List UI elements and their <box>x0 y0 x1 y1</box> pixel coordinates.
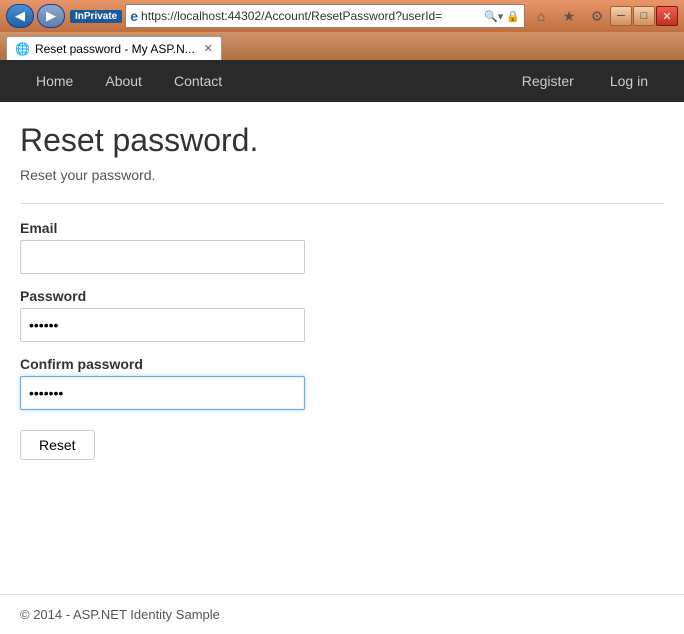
reset-button[interactable]: Reset <box>20 430 95 460</box>
address-bar[interactable]: e https://localhost:44302/Account/ResetP… <box>125 4 525 28</box>
title-bar: ◀ ▶ InPrivate e https://localhost:44302/… <box>0 0 684 32</box>
nav-links: Home About Contact <box>20 60 238 102</box>
site-nav: Home About Contact Register Log in <box>0 60 684 102</box>
restore-button[interactable]: □ <box>633 6 655 26</box>
page-subtitle: Reset your password. <box>20 167 664 183</box>
address-icons: 🔍▾ 🔒 <box>484 10 520 23</box>
lock-icon: 🔒 <box>506 10 520 23</box>
minimize-button[interactable]: ─ <box>610 6 632 26</box>
inprivate-badge: InPrivate <box>70 10 122 23</box>
search-icon[interactable]: 🔍▾ <box>484 10 503 23</box>
ie-address-logo: e <box>130 8 138 24</box>
browser-window: ◀ ▶ InPrivate e https://localhost:44302/… <box>0 0 684 634</box>
confirm-input[interactable] <box>20 376 305 410</box>
password-input[interactable] <box>20 308 305 342</box>
nav-contact[interactable]: Contact <box>158 60 238 102</box>
tab-title: Reset password - My ASP.N... <box>35 42 195 56</box>
browser-content: Home About Contact Register Log in Reset… <box>0 60 684 634</box>
back-button[interactable]: ◀ <box>6 4 34 28</box>
favorites-button[interactable]: ★ <box>556 4 582 28</box>
nav-register[interactable]: Register <box>506 60 590 102</box>
nav-about[interactable]: About <box>89 60 158 102</box>
close-button[interactable]: ✕ <box>656 6 678 26</box>
forward-icon: ▶ <box>46 8 56 24</box>
confirm-group: Confirm password <box>20 356 664 410</box>
confirm-label: Confirm password <box>20 356 664 372</box>
footer: © 2014 - ASP.NET Identity Sample <box>0 594 684 634</box>
toolbar-right: ⌂ ★ ⚙ <box>528 4 610 28</box>
divider <box>20 203 664 204</box>
tab-ie-logo: 🌐 <box>15 42 30 56</box>
address-text: https://localhost:44302/Account/ResetPas… <box>141 9 481 23</box>
settings-button[interactable]: ⚙ <box>584 4 610 28</box>
back-icon: ◀ <box>15 8 25 24</box>
page-content: Reset password. Reset your password. Ema… <box>0 102 684 594</box>
footer-copyright: © 2014 - ASP.NET Identity Sample <box>20 607 220 622</box>
tab-bar: 🌐 Reset password - My ASP.N... ✕ <box>0 32 684 60</box>
nav-login[interactable]: Log in <box>594 60 664 102</box>
page-heading: Reset password. <box>20 122 664 159</box>
email-group: Email <box>20 220 664 274</box>
tab-close-button[interactable]: ✕ <box>204 42 213 55</box>
email-input[interactable] <box>20 240 305 274</box>
active-tab[interactable]: 🌐 Reset password - My ASP.N... ✕ <box>6 36 222 60</box>
home-button[interactable]: ⌂ <box>528 4 554 28</box>
password-group: Password <box>20 288 664 342</box>
forward-button[interactable]: ▶ <box>37 4 65 28</box>
email-label: Email <box>20 220 664 236</box>
password-label: Password <box>20 288 664 304</box>
nav-home[interactable]: Home <box>20 60 89 102</box>
window-controls: ─ □ ✕ <box>610 6 678 26</box>
nav-right: Register Log in <box>506 60 664 102</box>
